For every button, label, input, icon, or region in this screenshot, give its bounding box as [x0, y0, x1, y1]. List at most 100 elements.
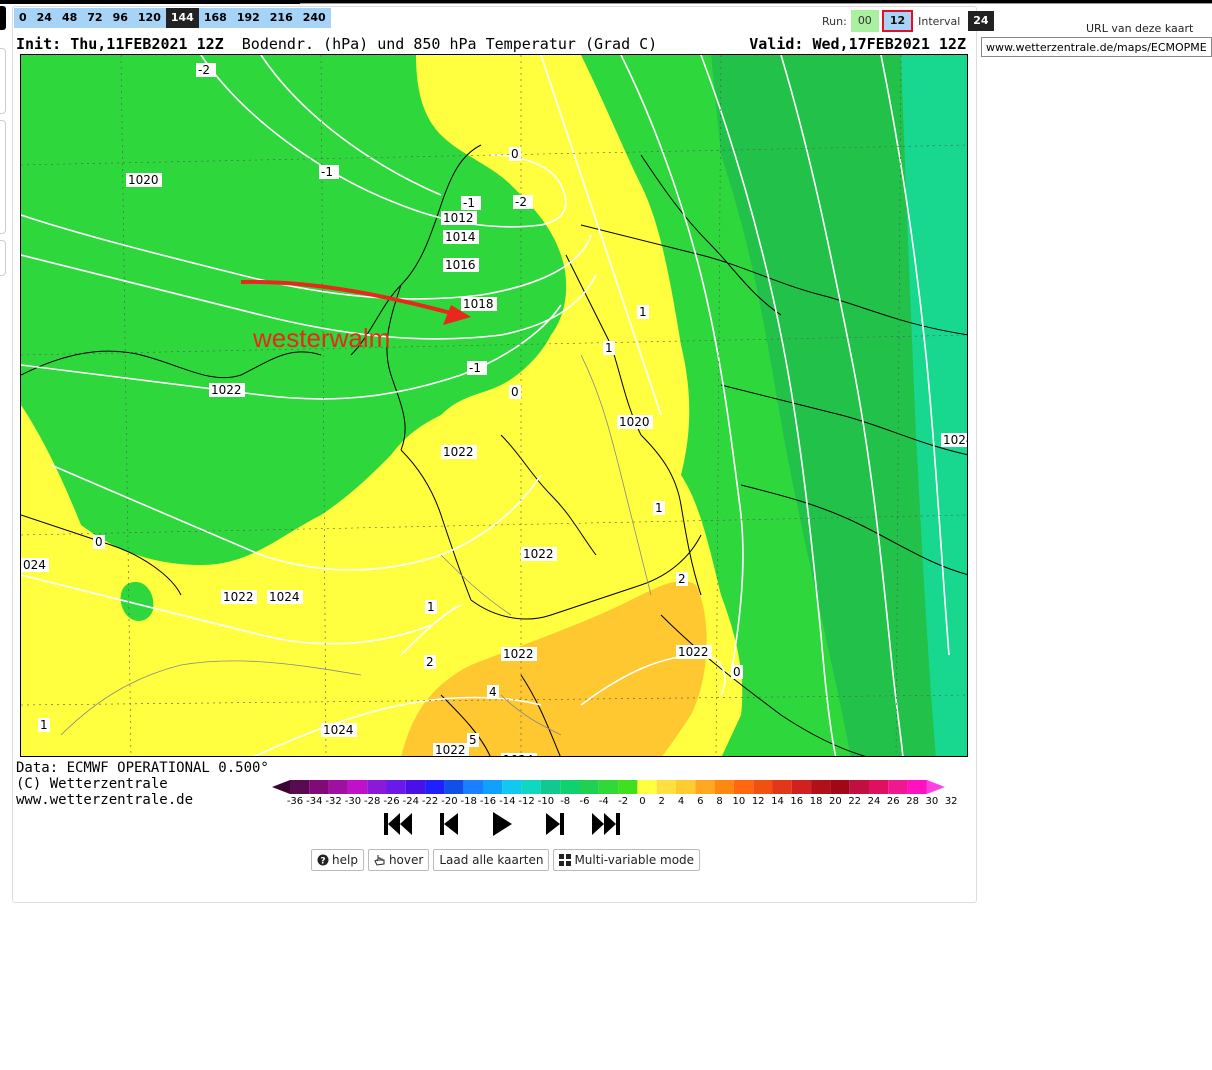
hover-button[interactable]: hover: [367, 849, 430, 871]
temperature-color-scale: [272, 780, 945, 794]
scale-label: 30: [925, 796, 939, 807]
forecast-hour-96[interactable]: 96: [108, 8, 133, 28]
left-side-panel-edge[interactable]: [0, 120, 6, 234]
isobar-label: 1014: [443, 230, 479, 244]
interval-value-button[interactable]: 24: [968, 11, 994, 31]
isobar-label: 5: [467, 733, 479, 747]
scale-swatch: [328, 780, 348, 794]
isobar-label: 1: [653, 501, 665, 515]
scale-label: 16: [790, 796, 804, 807]
play-icon: [493, 812, 512, 836]
forecast-hour-240[interactable]: 240: [298, 8, 331, 28]
isobar-label: -1: [467, 361, 487, 375]
isobar-label: 1022: [433, 743, 469, 756]
scale-swatch: [618, 780, 638, 794]
scale-label: 22: [848, 796, 862, 807]
scale-swatch: [386, 780, 406, 794]
play-button[interactable]: [476, 806, 528, 842]
left-side-panel-edge[interactable]: [0, 48, 6, 114]
isobar-label: 1022: [501, 647, 537, 661]
valid-label: Valid:: [749, 35, 804, 53]
forecast-hour-120[interactable]: 120: [133, 8, 166, 28]
scale-swatch: [598, 780, 619, 794]
scale-swatch: [714, 780, 734, 794]
weather-map-canvas: -2-11020-11012-2101410161018-10102210221…: [21, 55, 967, 757]
run-label: Run:: [822, 14, 847, 28]
scale-swatch: [869, 780, 889, 794]
first-frame-button[interactable]: [372, 806, 424, 842]
svg-text:1: 1: [427, 600, 435, 614]
scale-swatch: [290, 780, 310, 794]
scale-swatch: [444, 780, 464, 794]
svg-text:-1: -1: [321, 165, 333, 179]
forecast-hour-24[interactable]: 24: [32, 8, 57, 28]
run-12-button[interactable]: 12: [881, 10, 914, 32]
isobar-label: -1: [461, 196, 481, 210]
scale-swatch: [849, 780, 869, 794]
weather-map[interactable]: -2 -1 1020 -1 1012 -2 1014 1016 1018 -1 0 1022 1022 1…: [20, 54, 968, 757]
svg-text:1024: 1024: [503, 753, 534, 757]
isobar-label: 0: [509, 385, 521, 399]
scale-label: 14: [771, 796, 784, 807]
isobar-label: 1012: [441, 211, 477, 225]
svg-text:1: 1: [639, 305, 647, 319]
isobar-label: 2: [676, 572, 688, 586]
next-frame-button[interactable]: [528, 806, 580, 842]
scale-swatch: [579, 780, 599, 794]
top-border-light: [300, 3, 1212, 4]
forecast-hour-144[interactable]: 144: [165, 8, 199, 28]
isobar-label: 0: [93, 535, 105, 549]
forecast-hour-selector[interactable]: 0 24 48 72 96 120 144 168 192 216 240: [14, 8, 331, 28]
hover-label: hover: [388, 853, 424, 867]
help-button[interactable]: ? help: [311, 849, 364, 871]
svg-text:1024: 1024: [323, 723, 354, 737]
scale-swatch: [637, 780, 657, 794]
svg-text:-1: -1: [463, 196, 475, 210]
run-00-button[interactable]: 00: [850, 10, 879, 32]
forecast-hour-48[interactable]: 48: [57, 8, 82, 28]
scale-swatch: [888, 780, 908, 794]
map-title: Init: Thu,11FEB2021 12Z Bodendr. (hPa) u…: [16, 35, 968, 53]
multi-variable-button[interactable]: Multi-variable mode: [553, 849, 701, 871]
forecast-hour-168[interactable]: 168: [199, 8, 232, 28]
svg-text:1: 1: [655, 501, 663, 515]
scale-swatch: [753, 780, 773, 794]
isobar-label: -2: [196, 63, 216, 77]
scale-label: -34: [306, 796, 323, 807]
scale-swatch: [733, 780, 754, 794]
svg-text:4: 4: [489, 685, 497, 699]
load-all-maps-button[interactable]: Laad alle kaarten: [433, 849, 550, 871]
scale-label: -32: [325, 796, 342, 807]
scale-label: 18: [809, 796, 823, 807]
map-credits: Data: ECMWF OPERATIONAL 0.500° (C) Wette…: [16, 760, 269, 808]
isobar-label: 1022: [221, 590, 257, 604]
previous-frame-icon: [440, 813, 458, 835]
map-url-input[interactable]: [981, 37, 1212, 57]
forecast-hour-216[interactable]: 216: [265, 8, 298, 28]
isobar-label: 1024: [321, 723, 357, 737]
multi-variable-label: Multi-variable mode: [574, 853, 695, 867]
isobar-label: 1: [425, 600, 437, 614]
grid-icon: [559, 854, 572, 866]
map-parameter-title: Bodendr. (hPa) und 850 hPa Temperatur (G…: [241, 35, 658, 53]
isobar-label: 0: [509, 147, 521, 161]
isobar-label: 1020: [126, 173, 162, 187]
left-tab-marker[interactable]: [0, 6, 6, 30]
valid-value: Wed,17FEB2021 12Z: [812, 35, 966, 53]
forecast-hour-192[interactable]: 192: [232, 8, 265, 28]
scale-swatch: [830, 780, 850, 794]
forecast-hour-72[interactable]: 72: [82, 8, 107, 28]
forecast-hour-0[interactable]: 0: [14, 8, 32, 28]
scale-label: 24: [867, 796, 881, 807]
last-frame-button[interactable]: [580, 806, 632, 842]
scale-swatch: [367, 780, 387, 794]
scale-swatch: [791, 780, 812, 794]
previous-frame-button[interactable]: [424, 806, 476, 842]
svg-text:?: ?: [320, 857, 325, 867]
scale-swatch: [560, 780, 580, 794]
isobar-label: -2: [513, 195, 533, 209]
svg-text:5: 5: [469, 733, 477, 747]
left-side-panel-edge[interactable]: [0, 240, 6, 276]
scale-swatch: [540, 780, 561, 794]
svg-text:2: 2: [678, 572, 686, 586]
